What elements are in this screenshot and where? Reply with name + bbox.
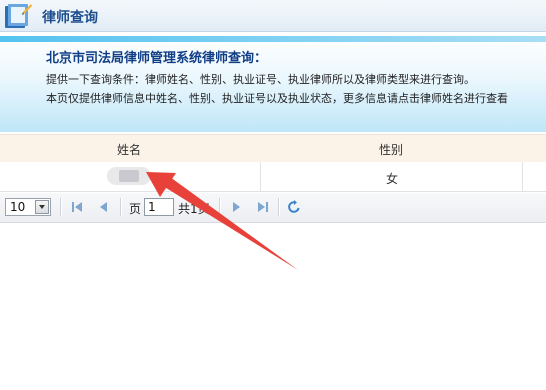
app-icon — [5, 4, 32, 28]
page-title: 律师查询 — [42, 10, 98, 26]
page-label: 页 — [129, 202, 142, 216]
next-page-icon[interactable] — [228, 200, 244, 214]
column-header-gender[interactable]: 性别 — [379, 141, 403, 158]
page-number-input[interactable] — [144, 198, 174, 216]
title-bar: 律师查询 — [0, 0, 546, 32]
grid-header: 姓名 性别 — [0, 134, 546, 163]
separator — [60, 198, 62, 216]
banner-instruction-1: 提供一下查询条件：律师姓名、性别、执业证号、执业律师所以及律师类型来进行查询。 — [46, 73, 475, 86]
prev-page-icon[interactable] — [96, 200, 112, 214]
banner-heading: 北京市司法局律师管理系统律师查询： — [46, 51, 268, 66]
page-size-select[interactable]: 10 — [5, 198, 51, 216]
table-row[interactable]: 女 — [0, 162, 546, 192]
last-page-icon[interactable] — [255, 200, 271, 214]
column-header-name[interactable]: 姓名 — [117, 141, 141, 158]
first-page-icon[interactable] — [69, 200, 85, 214]
refresh-icon[interactable] — [286, 200, 302, 214]
separator — [120, 198, 122, 216]
pagination-bar: 10 页 共1页 — [0, 193, 546, 223]
separator — [219, 198, 221, 216]
gender-cell: 女 — [386, 172, 399, 186]
separator — [278, 198, 280, 216]
total-pages-label: 共1页 — [178, 202, 210, 216]
page-size-value: 10 — [10, 200, 26, 214]
column-divider — [522, 162, 523, 191]
column-divider — [260, 162, 261, 191]
banner-instruction-2: 本页仅提供律师信息中姓名、性别、执业证号以及执业状态，更多信息请点击律师姓名进行… — [46, 92, 508, 105]
chevron-down-icon[interactable] — [35, 200, 49, 214]
lawyer-name-link[interactable] — [107, 167, 151, 185]
info-banner: 北京市司法局律师管理系统律师查询： 提供一下查询条件：律师姓名、性别、执业证号、… — [0, 36, 546, 132]
